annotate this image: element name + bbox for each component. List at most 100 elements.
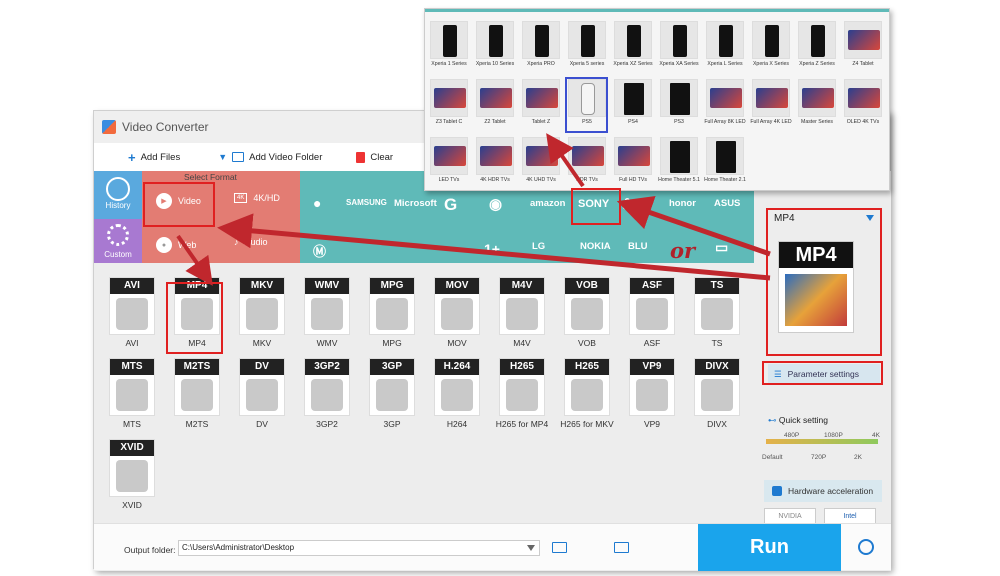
device-image <box>568 137 606 175</box>
custom-tab[interactable]: Custom <box>94 219 142 263</box>
device-image <box>614 21 652 59</box>
category-audio[interactable]: ♪ Audio <box>234 237 268 247</box>
device-item[interactable]: OLED 4K TVs <box>842 79 884 135</box>
browse-folder-icon[interactable] <box>614 542 629 553</box>
device-item[interactable]: HDR TVs <box>566 137 608 193</box>
apple-icon[interactable]: ● <box>313 195 321 211</box>
huawei-icon[interactable]: ❀ <box>621 195 634 213</box>
brand-blu[interactable]: NOKIA <box>580 241 611 252</box>
open-folder-icon[interactable] <box>552 542 567 553</box>
format-item[interactable]: 3GP 3GP <box>363 358 421 429</box>
device-item[interactable]: Full Array 8K LED <box>704 79 746 135</box>
format-item[interactable]: MTS MTS <box>103 358 161 429</box>
chip-icon <box>772 486 782 496</box>
format-item[interactable]: AVI AVI <box>103 277 161 348</box>
lg-icon[interactable]: ◉ <box>489 195 502 213</box>
brand-samsung[interactable]: SAMSUNG <box>346 198 387 207</box>
film-reel-icon <box>571 298 603 330</box>
motorola-icon[interactable]: Ⓜ <box>313 241 326 260</box>
google-icon[interactable]: G <box>444 195 457 215</box>
device-item[interactable]: Xperia X Series <box>750 21 792 77</box>
film-reel-icon <box>441 298 473 330</box>
format-icon: 3GP2 <box>304 358 350 416</box>
add-files-button[interactable]: + Add Files <box>128 150 180 165</box>
device-item[interactable]: Master Series <box>796 79 838 135</box>
format-item[interactable]: TS TS <box>688 277 746 348</box>
device-item[interactable]: Xperia Z Series <box>796 21 838 77</box>
device-item[interactable]: 4K UHD TVs <box>520 137 562 193</box>
format-item[interactable]: M2TS M2TS <box>168 358 226 429</box>
film-reel-icon <box>441 379 473 411</box>
format-item[interactable]: M4V M4V <box>493 277 551 348</box>
format-item[interactable]: 3GP2 3GP2 <box>298 358 356 429</box>
device-item[interactable]: PS4 <box>612 79 654 135</box>
slider-icon: ⊷ <box>768 415 777 425</box>
device-item[interactable]: PS3 <box>658 79 700 135</box>
device-item[interactable]: Home Theater 2.1 <box>704 137 746 193</box>
format-item[interactable]: XVID XVID <box>103 439 161 510</box>
format-icon: AVI <box>109 277 155 335</box>
format-item[interactable]: MOV MOV <box>428 277 486 348</box>
film-reel-icon <box>246 298 278 330</box>
dropdown-arrow-icon[interactable]: ▼ <box>218 152 227 162</box>
device-item[interactable]: Xperia PRO <box>520 21 562 77</box>
film-reel-icon <box>116 298 148 330</box>
device-image <box>752 21 790 59</box>
film-reel-icon <box>376 379 408 411</box>
hardware-acceleration-toggle[interactable]: Hardware acceleration <box>764 480 882 502</box>
brand-amazon[interactable]: amazon <box>530 198 565 209</box>
format-item[interactable]: H265 H265 for MKV <box>558 358 616 429</box>
brand-microsoft[interactable]: Microsoft <box>394 198 437 209</box>
output-folder-input[interactable]: C:\Users\Administrator\Desktop <box>178 540 540 556</box>
history-tab[interactable]: History <box>94 171 142 219</box>
format-item[interactable]: ASF ASF <box>623 277 681 348</box>
device-item[interactable]: Full HD TVs <box>612 137 654 193</box>
device-item[interactable]: 4K HDR TVs <box>474 137 516 193</box>
device-image <box>752 79 790 117</box>
clear-button[interactable]: Clear <box>356 151 393 163</box>
device-item[interactable]: Xperia 1 Series <box>428 21 470 77</box>
device-item[interactable]: LED TVs <box>428 137 470 193</box>
format-item[interactable]: VOB VOB <box>558 277 616 348</box>
brand-asus[interactable]: ASUS <box>714 198 740 209</box>
device-item[interactable]: Full Array 4K LED <box>750 79 792 135</box>
device-image <box>660 137 698 175</box>
format-item[interactable]: MPG MPG <box>363 277 421 348</box>
category-4k-hd[interactable]: 4K 4K/HD <box>234 193 280 203</box>
app-title: Video Converter <box>122 120 209 134</box>
format-item[interactable]: H265 H265 for MP4 <box>493 358 551 429</box>
format-item[interactable]: DV DV <box>233 358 291 429</box>
brand-zte[interactable]: BLU <box>628 241 648 252</box>
device-item[interactable]: Home Theater 5.1 <box>658 137 700 193</box>
device-item[interactable]: Z3 Tablet C <box>428 79 470 135</box>
device-item[interactable]: Xperia XA Series <box>658 21 700 77</box>
brand-nokia[interactable]: LG <box>532 241 545 252</box>
run-button[interactable]: Run <box>698 524 841 571</box>
chevron-down-icon[interactable] <box>527 545 535 551</box>
format-icon: ASF <box>629 277 675 335</box>
device-image <box>430 137 468 175</box>
film-reel-icon <box>701 298 733 330</box>
device-item[interactable]: Z4 Tablet <box>842 21 884 77</box>
device-item[interactable]: Z2 Tablet <box>474 79 516 135</box>
device-item[interactable]: Tablet Z <box>520 79 562 135</box>
tv-icon[interactable]: ▭ <box>715 239 728 256</box>
device-item[interactable]: Xperia 10 Series <box>474 21 516 77</box>
device-item[interactable]: Xperia L Series <box>704 21 746 77</box>
device-item[interactable]: Xperia 5 series <box>566 21 608 77</box>
format-icon: XVID <box>109 439 155 497</box>
film-reel-icon <box>181 379 213 411</box>
category-web[interactable]: ● Web <box>156 237 196 253</box>
quality-slider[interactable] <box>766 439 878 444</box>
device-item[interactable]: Xperia XZ Series <box>612 21 654 77</box>
format-item[interactable]: DIVX DIVX <box>688 358 746 429</box>
format-item[interactable]: WMV WMV <box>298 277 356 348</box>
oneplus-icon[interactable]: 1+ <box>484 241 500 257</box>
add-video-folder-button[interactable]: ▼ Add Video Folder <box>218 152 322 163</box>
alarm-clock-icon[interactable] <box>858 539 874 555</box>
brand-honor[interactable]: honor <box>669 198 696 209</box>
format-item[interactable]: MKV MKV <box>233 277 291 348</box>
scale-2k: 2K <box>854 454 862 461</box>
format-item[interactable]: H.264 H264 <box>428 358 486 429</box>
format-item[interactable]: VP9 VP9 <box>623 358 681 429</box>
